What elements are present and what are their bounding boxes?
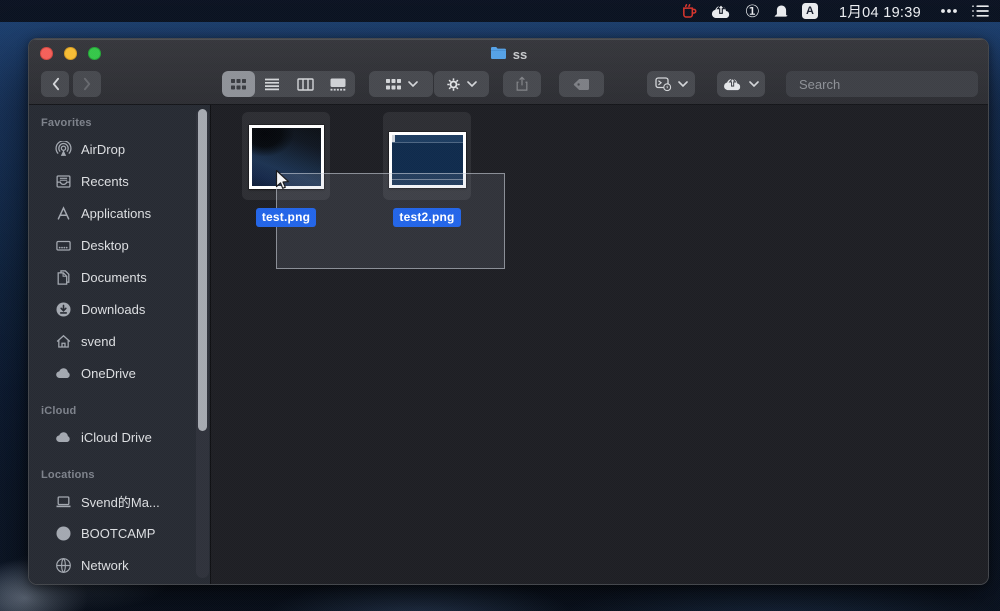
gear-icon: [447, 77, 460, 91]
sidebar-sections: Favorites AirDrop Recents Applications Deskt…: [29, 117, 210, 581]
sidebar-item-applications[interactable]: Applications: [29, 197, 210, 229]
file-label-row: test.png: [242, 208, 330, 227]
sidebar-item-documents[interactable]: Documents: [29, 261, 210, 293]
sidebar-section-header: iCloud: [41, 405, 77, 417]
file-name-label[interactable]: test2.png: [393, 208, 461, 227]
back-button[interactable]: [41, 71, 69, 97]
airdrop-icon: [55, 140, 72, 158]
sidebar-item-label: Desktop: [81, 237, 129, 253]
sidebar-item-label: BOOTCAMP: [81, 525, 156, 541]
grouping-button[interactable]: [369, 71, 433, 97]
share-button[interactable]: [503, 71, 541, 97]
sidebar-item-svend-mac[interactable]: Svend的Ma...: [29, 485, 210, 517]
sidebar: Favorites AirDrop Recents Applications Deskt…: [29, 105, 211, 584]
sidebar-item-bootcamp[interactable]: BOOTCAMP: [29, 517, 210, 549]
sidebar-item-label: OneDrive: [81, 365, 136, 381]
finder-window: ss Search Favorites AirDrop Recents Appl…: [28, 38, 989, 585]
sidebar-item-label: AirDrop: [81, 141, 126, 157]
quick-action-button[interactable]: [647, 71, 695, 97]
sidebar-item-label: Recents: [81, 173, 129, 189]
quick-action-icon: [654, 77, 671, 92]
folder-icon: [490, 46, 507, 63]
input-source-a-icon[interactable]: A: [801, 3, 818, 19]
window-title: ss: [29, 44, 988, 64]
file-browser-content[interactable]: test.png test2.png: [211, 105, 988, 584]
cloud-icon: [55, 429, 72, 446]
sidebar-item-network[interactable]: Network: [29, 549, 210, 581]
sidebar-item-label: Documents: [81, 269, 147, 285]
search-input[interactable]: [799, 76, 975, 92]
desktop-icon: [55, 237, 72, 254]
sidebar-item-airdrop[interactable]: AirDrop: [29, 133, 210, 165]
chevron-down-icon: [467, 81, 477, 87]
sidebar-item-label: Svend的Ma...: [81, 494, 160, 510]
chevron-down-icon: [749, 81, 759, 87]
list-menu-icon[interactable]: [971, 0, 990, 22]
cloud-sync-button[interactable]: [717, 71, 765, 97]
tag-icon: [573, 78, 589, 90]
forward-button[interactable]: [73, 71, 101, 97]
gallery-view-button[interactable]: [322, 71, 355, 97]
cat-icon[interactable]: [773, 0, 789, 22]
one-circle-icon[interactable]: ①: [745, 0, 760, 22]
sidebar-item-label: Downloads: [81, 301, 146, 317]
sidebar-scrollbar-thumb[interactable]: [198, 109, 207, 431]
recents-icon: [55, 173, 72, 190]
sidebar-item-svend[interactable]: svend: [29, 325, 210, 357]
list-view-button[interactable]: [255, 71, 288, 97]
laptop-icon: [55, 493, 72, 510]
applications-icon: [55, 205, 72, 222]
downloads-icon: [55, 301, 72, 318]
icon-view-button[interactable]: [222, 71, 256, 97]
view-switcher: [222, 71, 355, 97]
sidebar-section-header: Locations: [41, 469, 95, 481]
disk-icon: [55, 525, 72, 542]
window-title-text: ss: [512, 46, 528, 62]
home-icon: [55, 333, 72, 350]
window-titlebar[interactable]: ss: [29, 39, 988, 105]
action-menu-button[interactable]: [434, 71, 489, 97]
column-view-button[interactable]: [289, 71, 322, 97]
documents-icon: [55, 269, 72, 286]
sidebar-item-recents[interactable]: Recents: [29, 165, 210, 197]
sidebar-item-onedrive[interactable]: OneDrive: [29, 357, 210, 389]
desktop: ① A 1月04 19:39 ss Search Favorites AirDr…: [0, 0, 1000, 611]
mouse-cursor: [275, 169, 289, 189]
caffeine-mug-icon[interactable]: [681, 0, 698, 22]
file-name-label[interactable]: test.png: [255, 208, 317, 227]
sidebar-item-label: iCloud Drive: [81, 429, 152, 445]
chevron-down-icon: [407, 81, 418, 87]
sidebar-item-label: Network: [81, 557, 129, 573]
menu-bar-clock[interactable]: 1月04 19:39: [839, 1, 921, 22]
file-label-row: test2.png: [383, 208, 471, 227]
cloud-upload-icon[interactable]: [711, 0, 732, 22]
sidebar-item-label: Applications: [81, 205, 152, 221]
search-field[interactable]: [786, 71, 978, 97]
globe-icon: [55, 557, 72, 574]
sidebar-section-header: Favorites: [41, 117, 92, 129]
more-dots-icon[interactable]: [940, 0, 958, 22]
tag-button[interactable]: [559, 71, 604, 97]
cloud-upload-icon: [724, 77, 741, 91]
sidebar-item-icloud-drive[interactable]: iCloud Drive: [29, 421, 210, 453]
share-icon: [516, 76, 528, 91]
chevron-down-icon: [677, 81, 688, 87]
group-grid-icon: [385, 78, 401, 89]
menu-bar: ① A 1月04 19:39: [0, 0, 1000, 22]
cloud-icon: [55, 365, 72, 382]
sidebar-item-desktop[interactable]: Desktop: [29, 229, 210, 261]
sidebar-item-downloads[interactable]: Downloads: [29, 293, 210, 325]
sidebar-item-label: svend: [81, 333, 116, 349]
